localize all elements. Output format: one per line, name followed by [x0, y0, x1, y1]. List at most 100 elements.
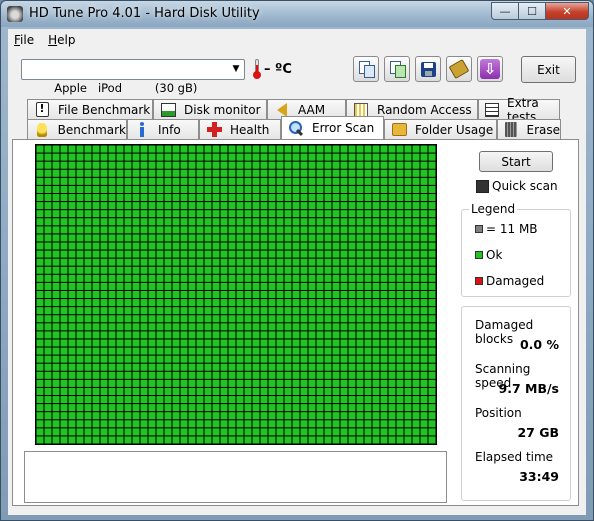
scan-block-ok [212, 266, 220, 274]
scan-block-ok [92, 282, 100, 290]
scan-block-ok [220, 299, 228, 307]
scan-block-ok [276, 307, 284, 315]
scan-block-ok [372, 218, 380, 226]
scan-block-ok [76, 379, 84, 387]
scan-block-ok [76, 210, 84, 218]
scan-block-ok [36, 193, 44, 202]
scan-block-ok [276, 193, 284, 202]
scan-block-ok [428, 331, 436, 339]
folder-icon [391, 123, 407, 136]
scan-block-ok [196, 169, 204, 177]
scan-block-ok [84, 185, 92, 193]
tab-disk-monitor[interactable]: Disk monitor [153, 99, 267, 119]
scan-block-ok [116, 420, 124, 428]
scan-block-ok [332, 145, 340, 153]
scan-block-ok [244, 299, 252, 307]
scan-block-ok [204, 396, 212, 404]
scan-block-ok [292, 323, 300, 331]
tab-erase[interactable]: Erase [497, 119, 561, 139]
scan-block-ok [156, 420, 164, 428]
scan-block-ok [52, 355, 60, 363]
scan-block-ok [212, 145, 220, 153]
scan-block-ok [100, 355, 108, 363]
scan-block-ok [380, 153, 388, 161]
scan-block-ok [140, 193, 148, 202]
tab-folder-usage[interactable]: Folder Usage [384, 119, 497, 139]
scan-block-ok [140, 218, 148, 226]
scan-block-ok [372, 307, 380, 315]
exit-button[interactable]: Exit [521, 56, 576, 83]
tab-health[interactable]: Health [199, 119, 281, 139]
scan-block-ok [36, 404, 44, 412]
scan-block-ok [92, 371, 100, 379]
close-button[interactable]: ✕ [545, 2, 589, 20]
scan-block-ok [116, 436, 124, 444]
scan-block-ok [148, 323, 156, 331]
scan-block-ok [108, 218, 116, 226]
scan-block-ok [156, 274, 164, 282]
scan-block-ok [124, 428, 132, 436]
scan-block-ok [276, 323, 284, 331]
app-icon[interactable] [7, 6, 23, 22]
scan-block-ok [260, 379, 268, 387]
legend-item-damaged: Damaged [475, 274, 544, 288]
scan-block-ok [236, 436, 244, 444]
scan-block-ok [116, 145, 124, 153]
scan-block-ok [172, 153, 180, 161]
scan-block-ok [52, 412, 60, 420]
scan-block-ok [180, 234, 188, 242]
chevron-down-icon[interactable]: ▼ [228, 60, 244, 79]
scan-block-ok [412, 299, 420, 307]
scan-block-ok [332, 210, 340, 218]
scan-block-ok [348, 185, 356, 193]
download-button[interactable]: ⇩ [477, 56, 503, 82]
scan-block-ok [340, 307, 348, 315]
scan-block-ok [332, 282, 340, 290]
menu-file[interactable]: File [14, 33, 34, 47]
tab-extra-tests[interactable]: Extra tests [478, 96, 560, 124]
scan-block-ok [84, 371, 92, 379]
scan-block-ok [148, 242, 156, 250]
scan-block-ok [116, 307, 124, 315]
maximize-button[interactable]: ☐ [518, 2, 546, 20]
minimize-button[interactable]: — [491, 2, 519, 20]
start-button[interactable]: Start [479, 151, 553, 172]
tab-file-benchmark[interactable]: File Benchmark [27, 99, 153, 119]
copy-text-button[interactable] [353, 56, 379, 82]
scan-block-ok [404, 258, 412, 266]
scan-block-ok [412, 202, 420, 210]
scan-block-ok [412, 177, 420, 185]
scan-block-ok [364, 210, 372, 218]
tab-error-scan[interactable]: Error Scan [281, 116, 384, 139]
scan-block-ok [188, 169, 196, 177]
copy-screenshot-button[interactable] [384, 56, 410, 82]
scan-block-ok [228, 193, 236, 202]
tab-benchmark[interactable]: Benchmark [27, 119, 127, 139]
scan-block-ok [404, 226, 412, 234]
scan-block-ok [76, 307, 84, 315]
scan-block-ok [404, 169, 412, 177]
scan-block-ok [412, 210, 420, 218]
quick-scan-checkbox[interactable]: Quick scan [476, 179, 558, 193]
scan-block-ok [100, 436, 108, 444]
tab-info[interactable]: Info [127, 119, 199, 139]
title-bar[interactable]: HD Tune Pro 4.01 - Hard Disk Utility — ☐… [1, 1, 593, 27]
scan-block-ok [380, 315, 388, 323]
scan-block-ok [156, 436, 164, 444]
scan-block-ok [76, 339, 84, 347]
drive-select[interactable]: Apple iPod (30 gB) ▼ [21, 59, 245, 95]
options-button[interactable] [446, 56, 472, 82]
save-button[interactable] [415, 56, 441, 82]
scan-block-ok [76, 404, 84, 412]
scan-block-ok [92, 242, 100, 250]
scan-block-ok [348, 274, 356, 282]
scan-block-ok [204, 177, 212, 185]
scan-block-ok [52, 161, 60, 169]
scan-block-ok [204, 323, 212, 331]
scan-block-ok [388, 315, 396, 323]
scan-block-ok [156, 331, 164, 339]
menu-help[interactable]: Help [48, 33, 75, 47]
scan-block-ok [268, 404, 276, 412]
scan-block-ok [308, 169, 316, 177]
scan-block-ok [132, 193, 140, 202]
